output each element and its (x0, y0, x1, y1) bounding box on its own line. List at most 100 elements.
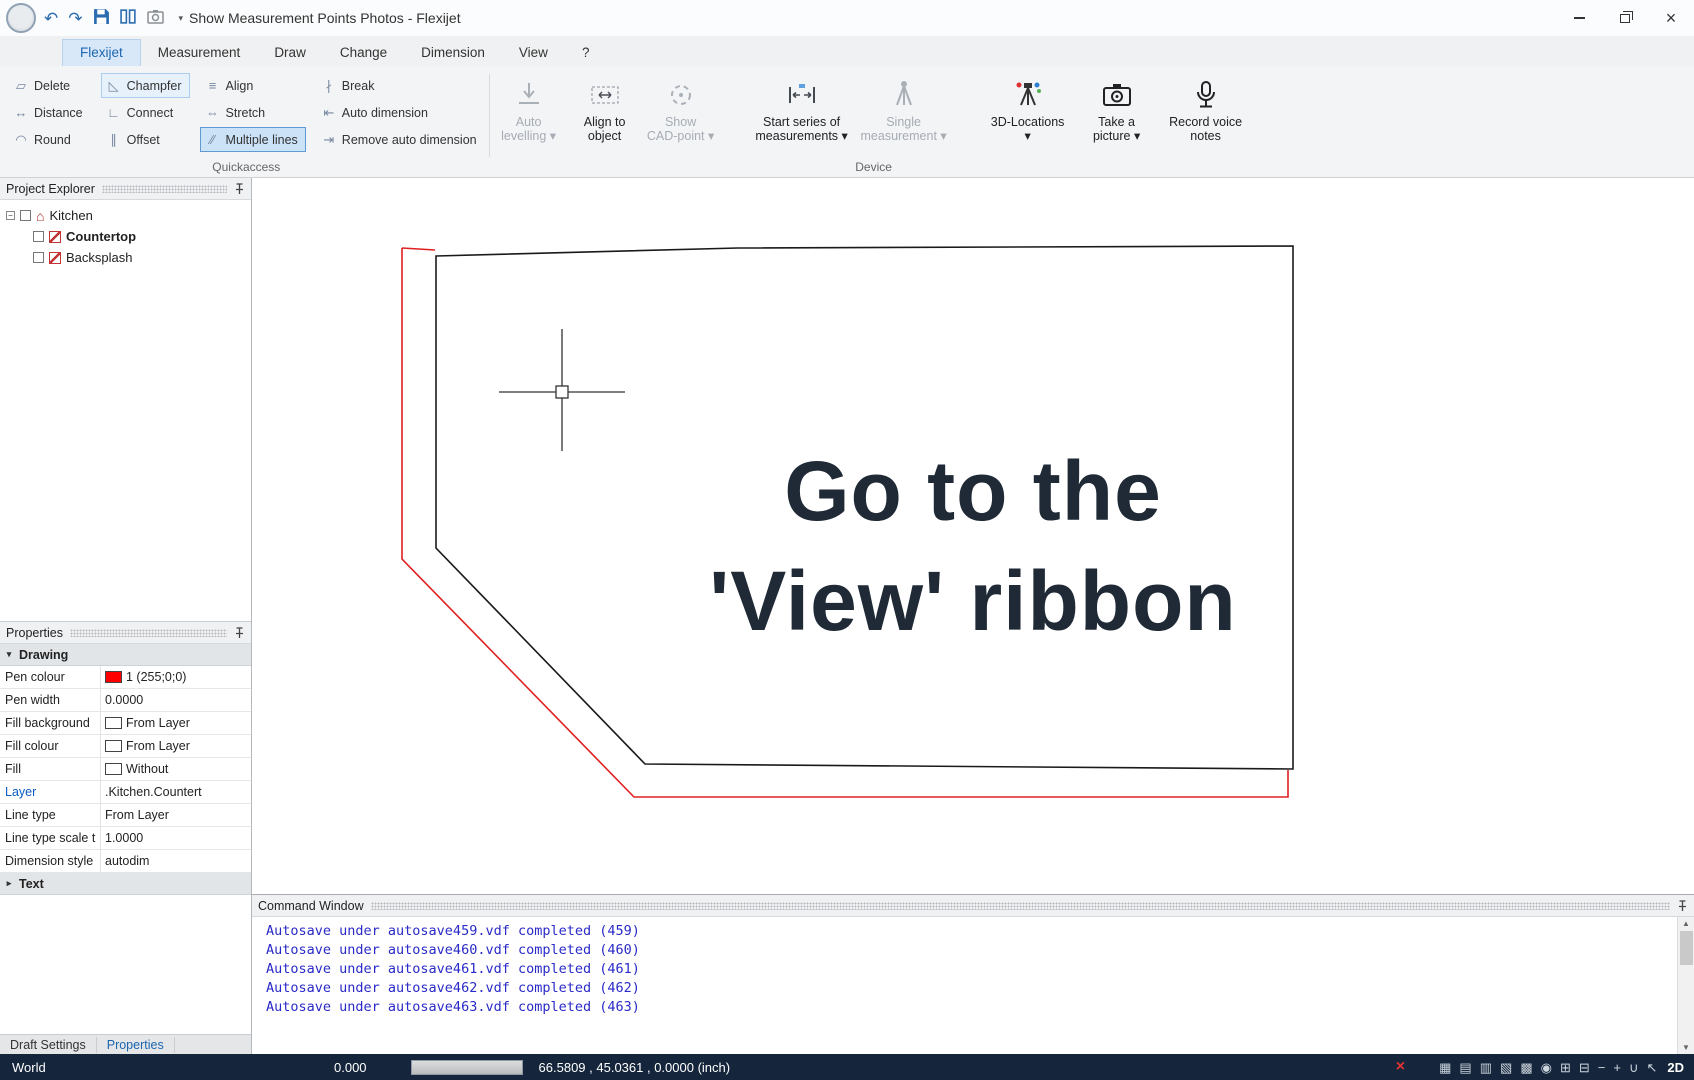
measure-points-icon[interactable] (119, 8, 137, 28)
mode-2d-toggle[interactable]: 2D (1667, 1060, 1684, 1075)
drawing-canvas[interactable]: Go to the 'View' ribbon (252, 178, 1694, 894)
ribbon-button-3d-locations[interactable]: 3D-Locations ▾ (980, 72, 1076, 158)
view-iso-icon[interactable]: ▧ (1500, 1061, 1512, 1074)
view-side-icon[interactable]: ▥ (1480, 1061, 1492, 1074)
zoom-in-icon[interactable]: + (1613, 1061, 1621, 1074)
kitchen-checkbox[interactable] (20, 210, 31, 221)
ribbon-button-round[interactable]: ◠ Round (8, 127, 91, 152)
round-icon: ◠ (15, 131, 27, 147)
pin-icon[interactable] (1677, 899, 1688, 912)
header-grip (69, 628, 227, 637)
tab-change[interactable]: Change (323, 40, 404, 66)
ribbon-button-break[interactable]: ∤ Break (316, 73, 485, 98)
property-row-pen-colour[interactable]: Pen colour 1 (255;0;0) (0, 666, 251, 689)
scroll-up-icon[interactable]: ▲ (1682, 919, 1690, 928)
snap-icon[interactable]: ⊟ (1579, 1061, 1590, 1074)
tree-item-backsplash[interactable]: Backsplash (6, 247, 251, 268)
collapse-icon[interactable]: − (6, 211, 15, 220)
ribbon-button-single-measurement[interactable]: Single measurement ▾ (856, 72, 952, 158)
ribbon-button-connect[interactable]: ∟ Connect (101, 100, 190, 125)
ribbon-button-take-a-picture[interactable]: Take a picture ▾ (1082, 72, 1152, 158)
ribbon-button-auto-levelling[interactable]: Auto levelling ▾ (494, 72, 564, 158)
ribbon-button-align-to-object[interactable]: Align to object (570, 72, 640, 158)
property-row-line-type-scale[interactable]: Line type scale t 1.0000 (0, 827, 251, 850)
ribbon-button-delete[interactable]: ▱ Delete (8, 73, 91, 98)
view-cube-icon[interactable]: ▩ (1520, 1061, 1532, 1074)
tutorial-overlay-text: Go to the 'View' ribbon (252, 436, 1694, 656)
fill-background-swatch[interactable] (105, 717, 122, 729)
offset-icon: ∥ (110, 131, 117, 147)
countertop-checkbox[interactable] (33, 231, 44, 242)
view-front-icon[interactable]: ▤ (1459, 1061, 1471, 1074)
save-icon[interactable] (93, 8, 110, 28)
tab-measurement[interactable]: Measurement (141, 40, 258, 66)
ribbon-button-align[interactable]: ≡ Align (200, 73, 306, 98)
section-expanded-icon: ▾ (6, 649, 12, 659)
photos-icon[interactable] (146, 9, 165, 27)
property-row-dimension-style[interactable]: Dimension style autodim (0, 850, 251, 873)
restore-button[interactable] (1602, 0, 1648, 36)
property-row-fill-background[interactable]: Fill background From Layer (0, 712, 251, 735)
zoom-out-icon[interactable]: − (1598, 1061, 1606, 1074)
tab-dimension[interactable]: Dimension (404, 40, 502, 66)
camera-icon (1100, 75, 1134, 115)
panel-filler (0, 895, 251, 1034)
section-text[interactable]: ▸ Text (0, 873, 251, 895)
minimize-button[interactable] (1556, 0, 1602, 36)
redo-icon[interactable]: ↷ (68, 10, 82, 27)
ribbon-button-record-voice-notes[interactable]: Record voice notes (1158, 72, 1254, 158)
close-button[interactable]: × (1648, 0, 1694, 36)
property-row-layer[interactable]: Layer .Kitchen.Countert (0, 781, 251, 804)
tab-help[interactable]: ? (565, 40, 607, 66)
delete-icon: ▱ (16, 77, 26, 93)
3d-locations-icon (1011, 75, 1045, 115)
pin-icon[interactable] (234, 626, 245, 639)
ribbon-button-start-series-of-measurements[interactable]: Start series of measurements ▾ (754, 72, 850, 158)
tree-item-label: Backsplash (66, 250, 133, 265)
ribbon-button-stretch[interactable]: ⇔ Stretch (200, 100, 306, 125)
command-output[interactable]: Autosave under autosave459.vdf completed… (252, 917, 1694, 1054)
view-top-icon[interactable]: ▦ (1439, 1061, 1451, 1074)
tab-view[interactable]: View (502, 40, 565, 66)
section-drawing[interactable]: ▾ Drawing (0, 644, 251, 666)
pointer-icon[interactable]: ↖ (1646, 1061, 1657, 1074)
ribbon-button-show-cad-point[interactable]: Show CAD-point ▾ (646, 72, 716, 158)
undo-icon[interactable]: ↶ (44, 10, 58, 27)
property-row-fill[interactable]: Fill Without (0, 758, 251, 781)
ribbon-button-offset[interactable]: ∥ Offset (101, 127, 190, 152)
ribbon-button-remove-auto-dimension[interactable]: ⇥ Remove auto dimension (316, 127, 485, 152)
orbit-icon[interactable]: ◉ (1541, 1061, 1552, 1074)
scrollbar-thumb[interactable] (1680, 931, 1693, 965)
tree-item-kitchen[interactable]: − ⌂ Kitchen (6, 205, 251, 226)
grid-icon[interactable]: ⊞ (1560, 1061, 1571, 1074)
fill-colour-swatch[interactable] (105, 740, 122, 752)
button-label: Distance (34, 105, 83, 120)
drawing-icon (49, 230, 61, 243)
ribbon-button-distance[interactable]: ↔ Distance (8, 100, 91, 125)
crosshair-cursor (499, 329, 625, 451)
magnet-icon[interactable]: ∪ (1629, 1061, 1639, 1074)
property-row-line-type[interactable]: Line type From Layer (0, 804, 251, 827)
pin-icon[interactable] (234, 182, 245, 195)
tab-properties[interactable]: Properties (97, 1036, 175, 1053)
command-scrollbar[interactable]: ▲ ▼ (1677, 917, 1694, 1054)
ribbon-button-champfer[interactable]: ◺ Champfer (100, 73, 190, 98)
close-icon: × (1665, 7, 1677, 28)
scroll-down-icon[interactable]: ▼ (1682, 1043, 1690, 1052)
fill-swatch[interactable] (105, 763, 122, 775)
ribbon-button-auto-dimension[interactable]: ⇤ Auto dimension (316, 100, 485, 125)
property-row-pen-width[interactable]: Pen width 0.0000 (0, 689, 251, 712)
ribbon-button-multiple-lines[interactable]: ∕∕ Multiple lines (199, 127, 306, 152)
cancel-icon[interactable]: × (1396, 1059, 1405, 1075)
button-label: Auto dimension (341, 105, 428, 120)
section-collapsed-icon: ▸ (6, 878, 12, 888)
tab-draw[interactable]: Draw (257, 40, 323, 66)
tree-item-countertop[interactable]: Countertop (6, 226, 251, 247)
tab-flexijet[interactable]: Flexijet (62, 39, 141, 66)
stretch-icon: ⇔ (206, 105, 220, 120)
backsplash-checkbox[interactable] (33, 252, 44, 263)
pen-colour-swatch[interactable] (105, 671, 122, 683)
property-row-fill-colour[interactable]: Fill colour From Layer (0, 735, 251, 758)
tab-draft-settings[interactable]: Draft Settings (0, 1036, 97, 1053)
flexijet-logo (6, 3, 36, 33)
